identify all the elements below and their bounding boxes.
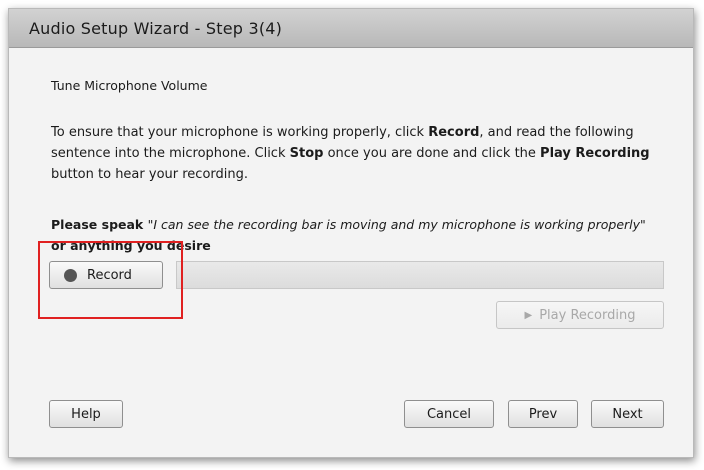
section-title: Tune Microphone Volume — [51, 78, 208, 93]
play-icon: ▶ — [524, 309, 533, 321]
instructions-record-word: Record — [428, 125, 480, 140]
instructions-play-word: Play Recording — [540, 146, 650, 161]
highlight-annotation-box — [38, 241, 183, 319]
dialog-titlebar: Audio Setup Wizard - Step 3(4) — [9, 9, 693, 48]
prompt-lead: Please speak — [51, 217, 148, 232]
dialog-title: Audio Setup Wizard - Step 3(4) — [29, 19, 283, 38]
play-recording-label: Play Recording — [539, 307, 636, 323]
instructions-part1: To ensure that your microphone is workin… — [51, 125, 429, 140]
instructions-text: To ensure that your microphone is workin… — [51, 122, 663, 185]
help-button[interactable]: Help — [49, 400, 123, 428]
play-recording-button[interactable]: ▶ Play Recording — [496, 301, 664, 329]
instructions-stop-word: Stop — [289, 146, 324, 161]
prev-button[interactable]: Prev — [508, 400, 578, 428]
instructions-part4: button to hear your recording. — [51, 167, 248, 182]
cancel-button[interactable]: Cancel — [404, 400, 494, 428]
next-button[interactable]: Next — [591, 400, 664, 428]
prompt-sentence: "I can see the recording bar is moving a… — [147, 217, 646, 232]
recording-level-bar — [176, 261, 664, 289]
instructions-part3: once you are done and click the — [323, 146, 541, 161]
audio-setup-wizard-dialog: Audio Setup Wizard - Step 3(4) Tune Micr… — [8, 8, 694, 458]
